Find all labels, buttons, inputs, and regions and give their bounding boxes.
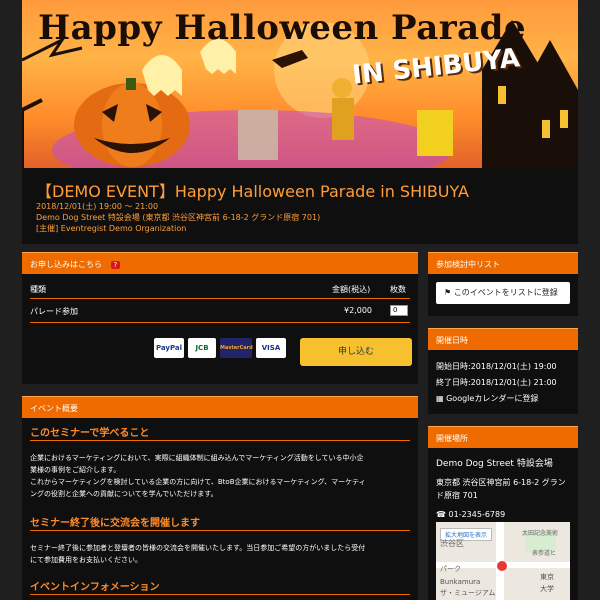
start-datetime: 開始日時:2018/12/01(土) 19:00: [436, 362, 557, 371]
section-heading: イベントインフォメーション: [30, 582, 160, 593]
calendar-icon: ▦: [436, 394, 447, 403]
help-badge[interactable]: ?: [110, 261, 121, 269]
apply-button[interactable]: 申し込む: [300, 338, 412, 366]
divider: [30, 440, 410, 441]
map-label: 東京: [540, 573, 554, 581]
phone: ☎ 01-2345-6789: [436, 508, 505, 521]
event-meta: 2018/12/01(土) 19:00 〜 21:00 Demo Dog Str…: [36, 201, 320, 234]
map-label: パーク: [440, 565, 461, 573]
overview-paragraph-1: 企業におけるマーケティングにおいて、実際に組織体制に組み込んでマーケティング活動…: [30, 452, 416, 500]
section-heading: このセミナーで学べること: [30, 428, 150, 439]
end-datetime: 終了日時:2018/12/01(土) 21:00: [436, 378, 557, 387]
text-line: ングの役割と企業への貢献についてを学んでいただけます。: [30, 490, 218, 498]
venue-map[interactable]: 拡大地図を表示 渋谷区 太田記念美術 表参道ヒ パーク Bunkamura ザ・…: [436, 522, 570, 600]
flag-icon: ⚑: [444, 288, 454, 297]
text-line: にて参加費用をお支払いください。: [30, 556, 142, 564]
section-heading: セミナー終了後に交流会を開催します: [30, 518, 200, 529]
visa-logo: VISA: [256, 338, 286, 358]
overview-paragraph-2: セミナー終了後に参加者と登壇者の皆様の交流会を開催いたします。当日参加ご希望の方…: [30, 542, 416, 566]
event-datetime: 2018/12/01(土) 19:00 〜 21:00: [36, 202, 159, 211]
col-type: 種類: [30, 285, 46, 294]
event-organizer[interactable]: [主催] Eventregist Demo Organization: [36, 223, 320, 234]
apply-panel-header: お申し込みはこちら ?: [22, 252, 418, 274]
ticket-price: ¥2,000: [344, 306, 372, 315]
address-line: ド原宿 701: [436, 491, 478, 500]
mastercard-logo: MasterCard: [220, 338, 253, 358]
datetime-panel: 開催日時 開始日時:2018/12/01(土) 19:00 終了日時:2018/…: [428, 328, 578, 414]
phone-icon: ☎: [436, 510, 449, 519]
quantity-select[interactable]: 0: [390, 305, 408, 316]
overview-panel-header: イベント概要: [22, 396, 418, 418]
map-label: Bunkamura: [440, 578, 481, 586]
text-line: 企業におけるマーケティングにおいて、実際に組織体制に組み込んでマーケティング活動…: [30, 454, 364, 462]
col-price: 金額(税込): [332, 285, 371, 294]
overview-panel: イベント概要 このセミナーで学べること 企業におけるマーケティングにおいて、実際…: [22, 396, 418, 600]
map-label: 渋谷区: [440, 539, 464, 548]
ticket-name: パレード参加: [30, 307, 78, 316]
map-label: ザ・ミュージアム: [440, 589, 496, 597]
col-qty: 枚数: [390, 285, 406, 294]
divider: [30, 298, 410, 299]
phone-number: 01-2345-6789: [448, 510, 506, 519]
event-card: Happy Halloween Parade IN SHIBUYA 【DEMO …: [22, 0, 578, 244]
map-label: 大学: [540, 585, 554, 593]
divider: [30, 322, 410, 323]
event-venue[interactable]: Demo Dog Street 特設会場 (東京都 渋谷区神宮前 6-18-2 …: [36, 212, 320, 223]
event-banner: Happy Halloween Parade IN SHIBUYA: [22, 0, 578, 168]
add-to-list-label: このイベントをリストに登録: [453, 288, 558, 297]
apply-header-label: お申し込みはこちら: [30, 260, 102, 269]
quantity-value: 0: [393, 306, 398, 314]
text-line: これからマーケティングを検討している企業の方に向けて、BtoB企業におけるマーケ…: [30, 478, 366, 486]
google-calendar-link[interactable]: ▦ Googleカレンダーに登録: [436, 392, 538, 405]
text-line: セミナー終了後に参加者と登壇者の皆様の交流会を開催いたします。当日参加ご希望の方…: [30, 544, 366, 552]
place-header: 開催場所: [428, 426, 578, 448]
add-to-list-button[interactable]: ⚑ このイベントをリストに登録: [436, 282, 570, 304]
watchlist-header: 参加検討中リスト: [428, 252, 578, 274]
address-line: 東京都 渋谷区神宮前 6-18-2 グラン: [436, 478, 566, 487]
jcb-logo: JCB: [188, 338, 216, 358]
place-name: Demo Dog Street 特設会場: [436, 459, 553, 469]
event-title: 【DEMO EVENT】Happy Halloween Parade in SH…: [36, 182, 469, 201]
datetime-header: 開催日時: [428, 328, 578, 350]
place-address: 東京都 渋谷区神宮前 6-18-2 グラン ド原宿 701: [436, 476, 566, 502]
map-label: 表参道ヒ: [532, 550, 557, 557]
google-calendar-label: Googleカレンダーに登録: [446, 394, 539, 403]
divider: [30, 594, 410, 595]
banner-title: Happy Halloween Parade: [38, 8, 527, 48]
text-line: 業様の事例をご紹介します。: [30, 466, 121, 474]
map-label: 太田記念美術: [522, 530, 559, 537]
divider: [30, 530, 410, 531]
paypal-logo: PayPal: [154, 338, 184, 358]
